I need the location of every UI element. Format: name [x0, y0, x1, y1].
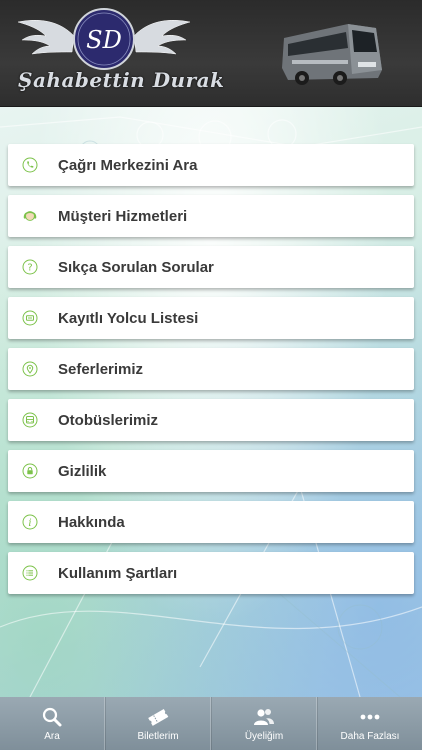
- tab-label: Biletlerim: [137, 731, 179, 742]
- tab-tickets[interactable]: Biletlerim: [105, 697, 211, 750]
- bottom-tab-bar: Ara Biletlerim Üyeliğim Daha Fazlası: [0, 697, 422, 750]
- brand-monogram: SD: [86, 26, 122, 54]
- search-icon: [42, 707, 62, 727]
- brand-name: Şahabettin Durak: [18, 68, 225, 92]
- list-icon: [22, 565, 38, 581]
- tab-label: Üyeliğim: [244, 731, 284, 742]
- svg-text:i: i: [28, 518, 31, 529]
- menu-item-label: Müşteri Hizmetleri: [58, 207, 188, 225]
- menu-item-label: Sıkça Sorulan Sorular: [58, 258, 214, 276]
- tab-label: Ara: [44, 731, 60, 742]
- id-card-icon: [22, 310, 38, 326]
- menu-item-label: Hakkında: [58, 513, 125, 531]
- menu-item-label: Gizlilik: [58, 462, 107, 480]
- map-pin-icon: [22, 361, 38, 377]
- users-icon: [254, 709, 274, 725]
- menu-item-privacy[interactable]: Gizlilik: [8, 450, 414, 492]
- main-content: Çağrı Merkezini Ara Müşteri Hizmetleri ?…: [0, 107, 422, 697]
- agent-icon: [22, 208, 38, 224]
- ticket-icon: [148, 709, 169, 726]
- menu-item-passenger-list[interactable]: Kayıtlı Yolcu Listesi: [8, 297, 414, 339]
- svg-text:?: ?: [27, 263, 32, 274]
- tab-more[interactable]: Daha Fazlası: [317, 697, 422, 750]
- question-icon: ?: [22, 259, 38, 275]
- bus-image: [282, 24, 382, 85]
- bus-icon: [22, 412, 38, 428]
- menu-item-customer-service[interactable]: Müşteri Hizmetleri: [8, 195, 414, 237]
- menu-item-terms[interactable]: Kullanım Şartları: [8, 552, 414, 594]
- menu-item-buses[interactable]: Otobüslerimiz: [8, 399, 414, 441]
- menu-item-call-center[interactable]: Çağrı Merkezini Ara: [8, 144, 414, 186]
- menu-item-label: Çağrı Merkezini Ara: [58, 156, 198, 174]
- phone-icon: [22, 157, 38, 173]
- lock-icon: [22, 463, 38, 479]
- tab-search[interactable]: Ara: [0, 697, 105, 750]
- tab-label: Daha Fazlası: [340, 731, 400, 742]
- main-menu: Çağrı Merkezini Ara Müşteri Hizmetleri ?…: [8, 144, 414, 603]
- menu-item-about[interactable]: i Hakkında: [8, 501, 414, 543]
- info-icon: i: [22, 514, 38, 530]
- tab-membership[interactable]: Üyeliğim: [211, 697, 317, 750]
- menu-item-label: Otobüslerimiz: [58, 411, 159, 429]
- menu-item-faq[interactable]: ? Sıkça Sorulan Sorular: [8, 246, 414, 288]
- app-header: SD Şahabettin Durak: [0, 0, 422, 107]
- menu-item-routes[interactable]: Seferlerimiz: [8, 348, 414, 390]
- menu-item-label: Kayıtlı Yolcu Listesi: [58, 309, 199, 327]
- more-icon: [360, 714, 380, 720]
- menu-item-label: Kullanım Şartları: [58, 564, 178, 582]
- menu-item-label: Seferlerimiz: [58, 360, 144, 378]
